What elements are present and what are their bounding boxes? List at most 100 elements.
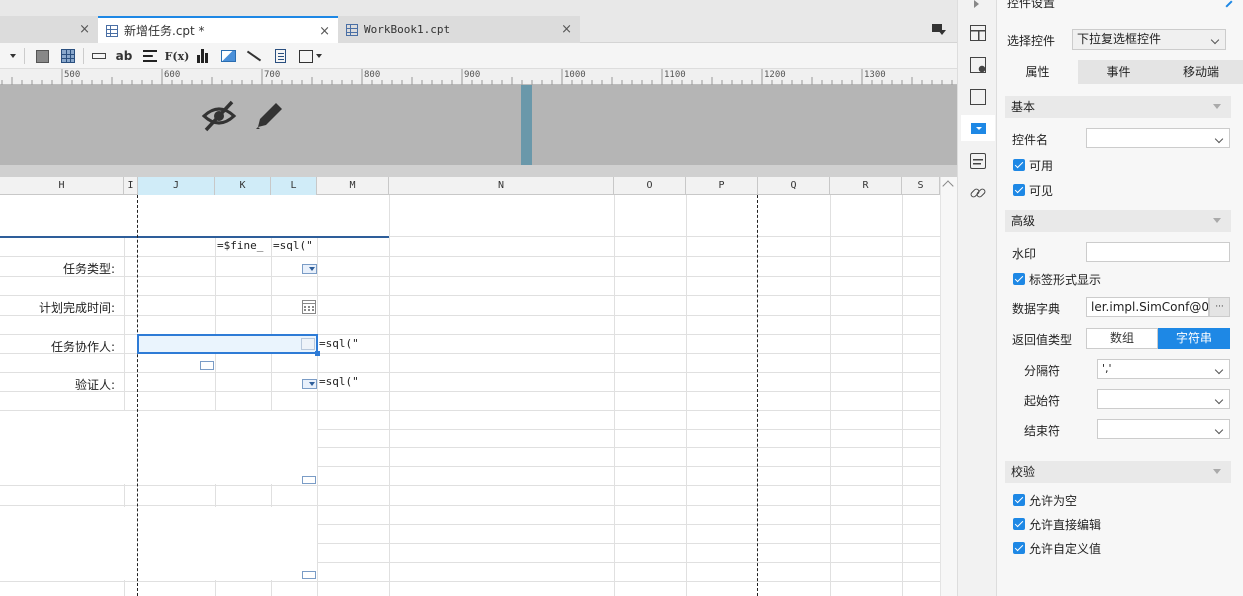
section-validation[interactable]: 校验	[1005, 461, 1231, 483]
cell-k-formula[interactable]: =$fine_	[217, 239, 263, 252]
condition-icon[interactable]	[970, 153, 986, 169]
text-button[interactable]: ab	[115, 47, 133, 65]
edit-pencil-icon[interactable]	[252, 99, 286, 133]
collaborator-formula[interactable]: =sql("	[319, 337, 359, 350]
cell-style-icon[interactable]	[34, 47, 50, 65]
dropdown-arrow-icon[interactable]	[0, 47, 18, 65]
column-header-q[interactable]: Q	[758, 177, 830, 195]
return-type-string-button[interactable]: 字符串	[1158, 328, 1230, 349]
hidden-row-band	[0, 85, 957, 165]
grid-line	[0, 372, 940, 373]
align-icon[interactable]	[142, 47, 158, 65]
tab-mobile[interactable]: 移动端	[1159, 60, 1243, 84]
table-icon[interactable]	[60, 47, 76, 65]
vertical-scrollbar[interactable]	[940, 177, 957, 596]
grid-line	[0, 315, 940, 316]
hidden-eye-icon[interactable]	[201, 100, 237, 132]
selected-cell[interactable]	[137, 334, 320, 356]
dictionary-more-button[interactable]: ···	[1209, 297, 1230, 317]
dictionary-input[interactable]: ler.impl.SimConf@0]]	[1086, 297, 1209, 317]
close-icon[interactable]: ×	[79, 22, 90, 37]
return-type-array-button[interactable]: 数组	[1086, 328, 1158, 349]
section-advanced[interactable]: 高级	[1005, 210, 1231, 232]
column-header-r[interactable]: R	[830, 177, 902, 195]
section-title: 高级	[1011, 214, 1036, 228]
grid-line	[0, 295, 940, 296]
image-icon[interactable]	[220, 47, 236, 65]
formula-button[interactable]: F(x)	[165, 47, 190, 65]
widget-marker[interactable]	[302, 571, 316, 579]
side-icon-strip	[957, 0, 997, 596]
widget-name-input[interactable]	[1086, 128, 1230, 148]
column-header-i[interactable]: I	[124, 177, 138, 195]
scroll-up-icon[interactable]	[942, 180, 954, 192]
grid-line	[317, 429, 940, 430]
spreadsheet-grid[interactable]: =$fine_ =sql(" 任务类型: 计划完成时间: 任务协作人: =sql…	[0, 195, 940, 596]
grid-line	[317, 524, 940, 525]
column-header-j[interactable]: J	[138, 177, 215, 195]
hyperlink-icon[interactable]	[969, 185, 987, 201]
tab-events[interactable]: 事件	[1078, 60, 1159, 84]
separator-select[interactable]: ','	[1097, 359, 1230, 379]
tab-new-task[interactable]: 新增任务.cpt * ×	[98, 16, 338, 43]
frame-icon[interactable]	[970, 89, 986, 105]
close-icon[interactable]: ×	[561, 22, 572, 37]
close-icon[interactable]: ×	[319, 24, 330, 39]
column-header-h[interactable]: H	[0, 177, 124, 195]
file-tab-bar: × 新增任务.cpt * × WorkBook1.cpt ×	[0, 0, 957, 43]
tab-label: WorkBook1.cpt	[364, 23, 451, 36]
cell-l-formula[interactable]: =sql("	[273, 239, 313, 252]
split-marker[interactable]	[521, 85, 532, 165]
layout-icon[interactable]	[970, 25, 986, 41]
dropdown-widget-icon[interactable]	[302, 264, 317, 274]
widget-marker[interactable]	[200, 361, 214, 370]
widget-marker[interactable]	[302, 476, 316, 484]
tab-workbook1[interactable]: WorkBook1.cpt ×	[338, 16, 580, 43]
verifier-formula[interactable]: =sql("	[319, 375, 359, 388]
column-header-k[interactable]: K	[215, 177, 271, 195]
expand-arrow-icon[interactable]	[974, 0, 979, 8]
column-header-p[interactable]: P	[686, 177, 758, 195]
ruler-label: 900	[464, 70, 481, 80]
ruler-label: 800	[364, 70, 381, 80]
allow-custom-checkbox[interactable]	[1013, 542, 1025, 554]
dropdown-widget-icon[interactable]	[301, 338, 315, 350]
column-header-l[interactable]: L	[271, 177, 317, 195]
allow-direct-edit-checkbox[interactable]	[1013, 518, 1025, 530]
cell-attr-icon[interactable]	[970, 57, 986, 73]
column-header-s[interactable]: S	[902, 177, 940, 195]
tab-menu-icon[interactable]	[932, 24, 946, 36]
section-title: 校验	[1011, 465, 1036, 479]
chart-icon[interactable]	[195, 47, 211, 65]
widget-settings-tab[interactable]	[961, 115, 995, 141]
end-select[interactable]	[1097, 419, 1230, 439]
widget-settings-panel: 控件设置 选择控件 下拉复选框控件 属性 事件 移动端 基本 控件名 可用 可见…	[997, 0, 1243, 596]
slash-icon[interactable]	[246, 47, 262, 65]
allow-empty-checkbox[interactable]	[1013, 494, 1025, 506]
start-select[interactable]	[1097, 389, 1230, 409]
ruler-label: 600	[164, 70, 181, 80]
widget-type-select[interactable]: 下拉复选框控件	[1072, 29, 1226, 50]
text-field-icon[interactable]	[91, 47, 107, 65]
tag-display-checkbox[interactable]	[1013, 273, 1025, 285]
tab-hidden[interactable]: ×	[0, 16, 98, 43]
column-header-o[interactable]: O	[614, 177, 686, 195]
tab-properties[interactable]: 属性	[997, 60, 1078, 84]
list-icon[interactable]	[272, 47, 288, 65]
enabled-checkbox[interactable]	[1013, 159, 1025, 171]
calendar-icon[interactable]	[302, 300, 316, 314]
widget-name-label: 控件名	[1012, 133, 1049, 147]
visible-checkbox[interactable]	[1013, 184, 1025, 196]
column-header-m[interactable]: M	[317, 177, 389, 195]
grid-line	[317, 466, 940, 467]
watermark-input[interactable]	[1086, 242, 1230, 262]
section-basic[interactable]: 基本	[1005, 96, 1231, 118]
chevron-down-icon	[1211, 390, 1229, 408]
ruler-label: 1300	[864, 70, 886, 80]
column-header-n[interactable]: N	[389, 177, 614, 195]
fill-handle[interactable]	[315, 351, 320, 356]
border-icon[interactable]	[298, 47, 322, 65]
dropdown-widget-icon[interactable]	[302, 379, 317, 389]
collapse-arrow-icon[interactable]	[1225, 0, 1235, 8]
enabled-label: 可用	[1029, 159, 1054, 173]
